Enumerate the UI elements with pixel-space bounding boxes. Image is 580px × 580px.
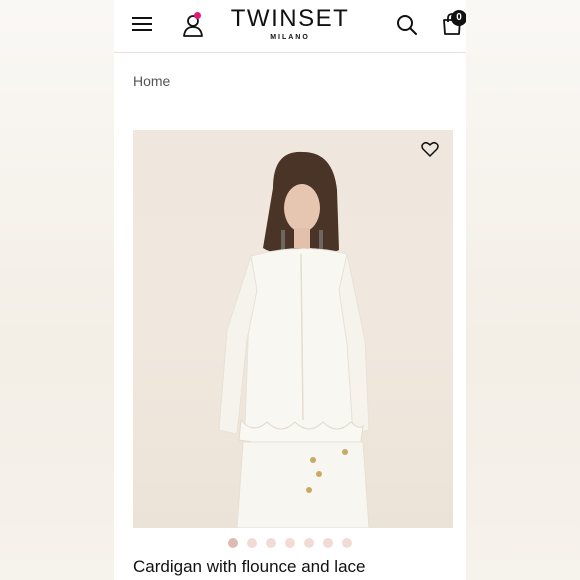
cart-count-badge: 0 (451, 10, 466, 26)
carousel-dot[interactable] (266, 538, 276, 548)
carousel-dot[interactable] (304, 538, 314, 548)
carousel-dot[interactable] (228, 538, 238, 548)
mobile-page: TWINSET MILANO 0 Home Cardigan with flou… (114, 0, 466, 580)
image-carousel-dots (228, 538, 352, 548)
carousel-dot[interactable] (247, 538, 257, 548)
carousel-dot[interactable] (323, 538, 333, 548)
notification-dot (194, 12, 201, 19)
product-title: Cardigan with flounce and lace (133, 557, 366, 576)
site-header: TWINSET MILANO 0 (114, 0, 466, 53)
background-left (0, 0, 114, 580)
search-icon[interactable] (396, 14, 418, 36)
carousel-dot[interactable] (342, 538, 352, 548)
brand-logo[interactable]: TWINSET MILANO (220, 5, 360, 42)
logo-wordmark: TWINSET (230, 5, 350, 32)
carousel-dot[interactable] (285, 538, 295, 548)
model-photo (218, 151, 370, 528)
logo-subtitle: MILANO (270, 34, 310, 41)
product-image[interactable] (133, 130, 453, 528)
hamburger-menu-icon[interactable] (132, 16, 152, 32)
heart-icon[interactable] (421, 141, 439, 157)
background-right (466, 0, 580, 580)
breadcrumb-home[interactable]: Home (133, 73, 170, 89)
